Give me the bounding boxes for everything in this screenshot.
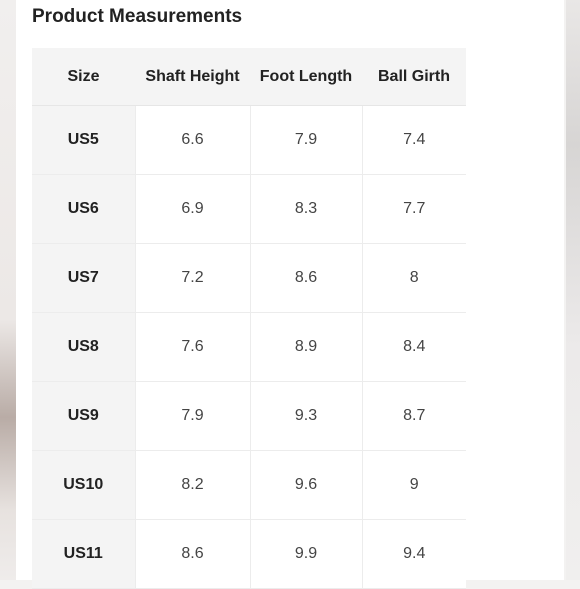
ball-girth-cell: 7.7 <box>361 174 466 244</box>
shaft-height-cell: 7.2 <box>134 243 250 313</box>
ball-girth-cell: 9 <box>361 450 466 520</box>
shaft-height-cell: 6.6 <box>134 105 250 175</box>
foot-length-cell: 9.3 <box>249 381 362 451</box>
ball-girth-cell: 9.4 <box>361 519 466 589</box>
measurements-panel: Product Measurements Size Shaft Height F… <box>16 0 564 589</box>
ball-girth-cell: 7.4 <box>361 105 466 175</box>
header-shaft-height: Shaft Height <box>135 48 250 106</box>
foot-length-cell: 8.9 <box>249 312 362 382</box>
shaft-height-cell: 7.6 <box>134 312 250 382</box>
ball-girth-cell: 8.4 <box>361 312 466 382</box>
page-title: Product Measurements <box>32 6 243 27</box>
size-cell: US9 <box>32 381 135 451</box>
foot-length-cell: 8.6 <box>249 243 362 313</box>
table-header: Size Shaft Height Foot Length Ball Girth <box>32 48 466 106</box>
foot-length-cell: 8.3 <box>249 174 362 244</box>
measurements-table: Size Shaft Height Foot Length Ball Girth… <box>32 48 466 589</box>
foot-length-cell: 9.6 <box>249 450 362 520</box>
background-photo-left-edge <box>0 0 16 580</box>
background-photo-right-edge <box>566 0 580 580</box>
ball-girth-cell: 8 <box>361 243 466 313</box>
ball-girth-cell: 8.7 <box>361 381 466 451</box>
foot-length-cell: 7.9 <box>249 105 362 175</box>
table-row: US10 8.2 9.6 9 <box>32 450 466 520</box>
header-ball-girth: Ball Girth <box>362 48 466 106</box>
measurements-table-container: Size Shaft Height Foot Length Ball Girth… <box>32 48 466 589</box>
shaft-height-cell: 8.6 <box>134 519 250 589</box>
foot-length-cell: 9.9 <box>249 519 362 589</box>
header-size: Size <box>32 48 135 106</box>
shaft-height-cell: 6.9 <box>134 174 250 244</box>
size-cell: US10 <box>32 450 135 520</box>
size-cell: US8 <box>32 312 135 382</box>
header-row: Size Shaft Height Foot Length Ball Girth <box>32 48 466 106</box>
size-cell: US6 <box>32 174 135 244</box>
header-foot-length: Foot Length <box>250 48 362 106</box>
table-row: US9 7.9 9.3 8.7 <box>32 381 466 451</box>
table-row: US5 6.6 7.9 7.4 <box>32 105 466 175</box>
table-row: US7 7.2 8.6 8 <box>32 243 466 313</box>
shaft-height-cell: 8.2 <box>134 450 250 520</box>
size-cell: US11 <box>32 519 135 589</box>
table-row: US6 6.9 8.3 7.7 <box>32 174 466 244</box>
shaft-height-cell: 7.9 <box>134 381 250 451</box>
size-cell: US7 <box>32 243 135 313</box>
table-row: US11 8.6 9.9 9.4 <box>32 519 466 589</box>
table-body: US5 6.6 7.9 7.4 US6 6.9 8.3 7.7 US7 7.2 … <box>32 105 466 589</box>
table-row: US8 7.6 8.9 8.4 <box>32 312 466 382</box>
size-cell: US5 <box>32 105 135 175</box>
